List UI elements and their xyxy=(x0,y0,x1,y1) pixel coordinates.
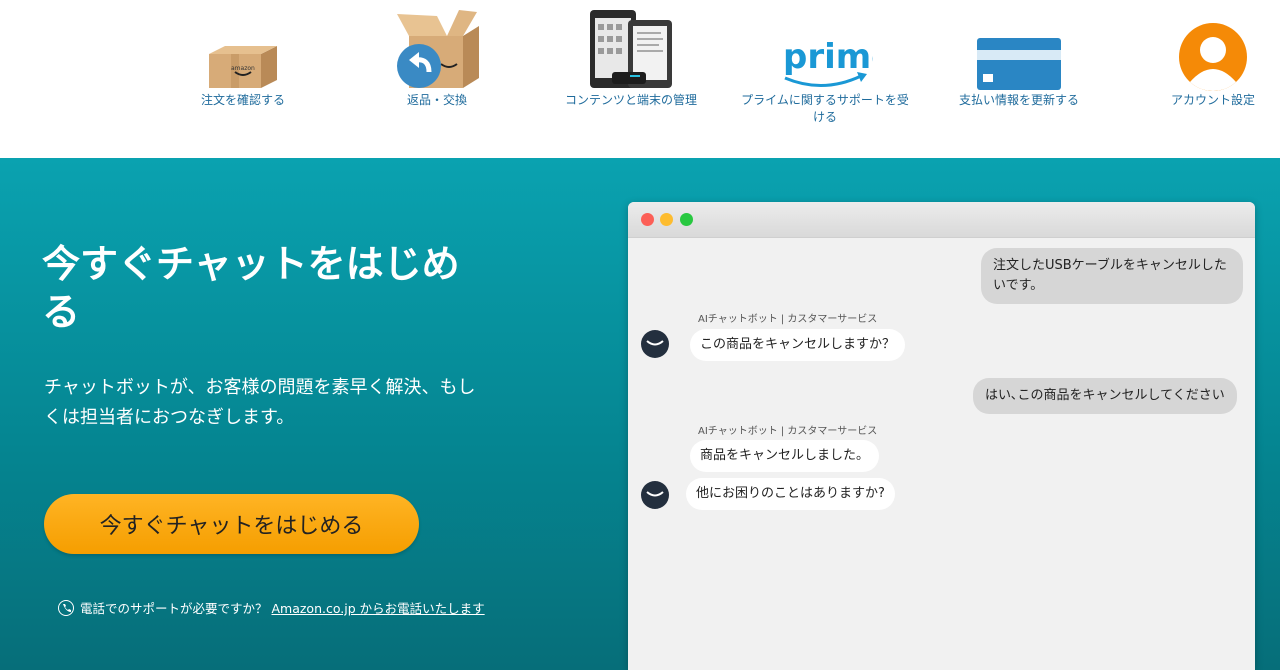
phone-callback-link[interactable]: Amazon.co.jp からお電話いたします xyxy=(271,601,484,616)
tile-label: プライムに関するサポートを受ける xyxy=(741,93,909,124)
bot-message: この商品をキャンセルしますか？ xyxy=(690,329,906,361)
hero-title: 今すぐチャットをはじめる xyxy=(42,242,460,334)
tile-label: 注文を確認する xyxy=(200,93,285,107)
amazon-smile-avatar-icon xyxy=(641,481,669,509)
window-titlebar xyxy=(628,202,1255,238)
credit-card-icon xyxy=(975,0,1063,92)
phone-support-text: 電話でのサポートが必要ですか？ xyxy=(80,601,272,616)
user-message: はい､この商品をキャンセルしてください xyxy=(973,378,1237,414)
svg-text:prime: prime xyxy=(783,37,873,77)
phone-icon xyxy=(58,600,74,616)
tile-prime-support[interactable]: prime プライムに関するサポートを受ける xyxy=(730,0,920,126)
tile-label: コンテンツと端末の管理 xyxy=(564,93,697,107)
amazon-smile-avatar-icon xyxy=(641,330,669,358)
tile-label: 支払い情報を更新する xyxy=(958,93,1079,107)
tile-content-devices[interactable]: コンテンツと端末の管理 xyxy=(536,0,726,109)
bot-sender-label: AIチャットボット | カスタマーサービス xyxy=(698,314,878,325)
chat-promo-section: 今すぐチャットをはじめる チャットボットが、お客様の問題を素早く解決、もしくは担… xyxy=(0,158,1280,670)
minimize-dot-icon xyxy=(660,213,673,226)
amazon-box-icon: amazon xyxy=(205,0,281,92)
start-chat-button[interactable]: 今すぐチャットをはじめる xyxy=(44,494,419,554)
phone-support-line: 電話でのサポートが必要ですか？ Amazon.co.jp からお電話いたします xyxy=(58,599,498,619)
tile-returns[interactable]: 返品・交換 xyxy=(342,0,532,109)
bot-message: 商品をキャンセルしました。 xyxy=(690,440,880,472)
kindle-devices-icon xyxy=(586,0,676,92)
chat-window-preview: 注文したUSBケーブルをキャンセルしたいです。 AIチャットボット | カスタマ… xyxy=(628,202,1255,670)
svg-text:amazon: amazon xyxy=(231,65,255,72)
tile-label: アカウント設定 xyxy=(1170,93,1255,107)
user-message: 注文したUSBケーブルをキャンセルしたいです。 xyxy=(981,248,1243,304)
maximize-dot-icon xyxy=(680,213,693,226)
tile-update-payment[interactable]: 支払い情報を更新する xyxy=(924,0,1114,109)
close-dot-icon xyxy=(641,213,654,226)
bot-sender-label: AIチャットボット | カスタマーサービス xyxy=(698,426,878,437)
help-topics-row: amazon 注文を確認する 返品・交換 コンテンツと端末の管理 prim プラ… xyxy=(0,0,1280,158)
account-avatar-icon xyxy=(1178,0,1248,92)
tile-account-settings[interactable]: アカウント設定 xyxy=(1118,0,1280,109)
return-box-icon xyxy=(389,0,485,92)
bot-message: 他にお困りのことはありますか? xyxy=(686,478,895,510)
hero-description: チャットボットが、お客様の問題を素早く解決、もしくは担当者におつなぎします。 xyxy=(44,377,476,428)
tile-check-orders[interactable]: amazon 注文を確認する xyxy=(148,0,338,109)
tile-label: 返品・交換 xyxy=(406,93,467,107)
prime-logo-icon: prime xyxy=(777,0,873,92)
